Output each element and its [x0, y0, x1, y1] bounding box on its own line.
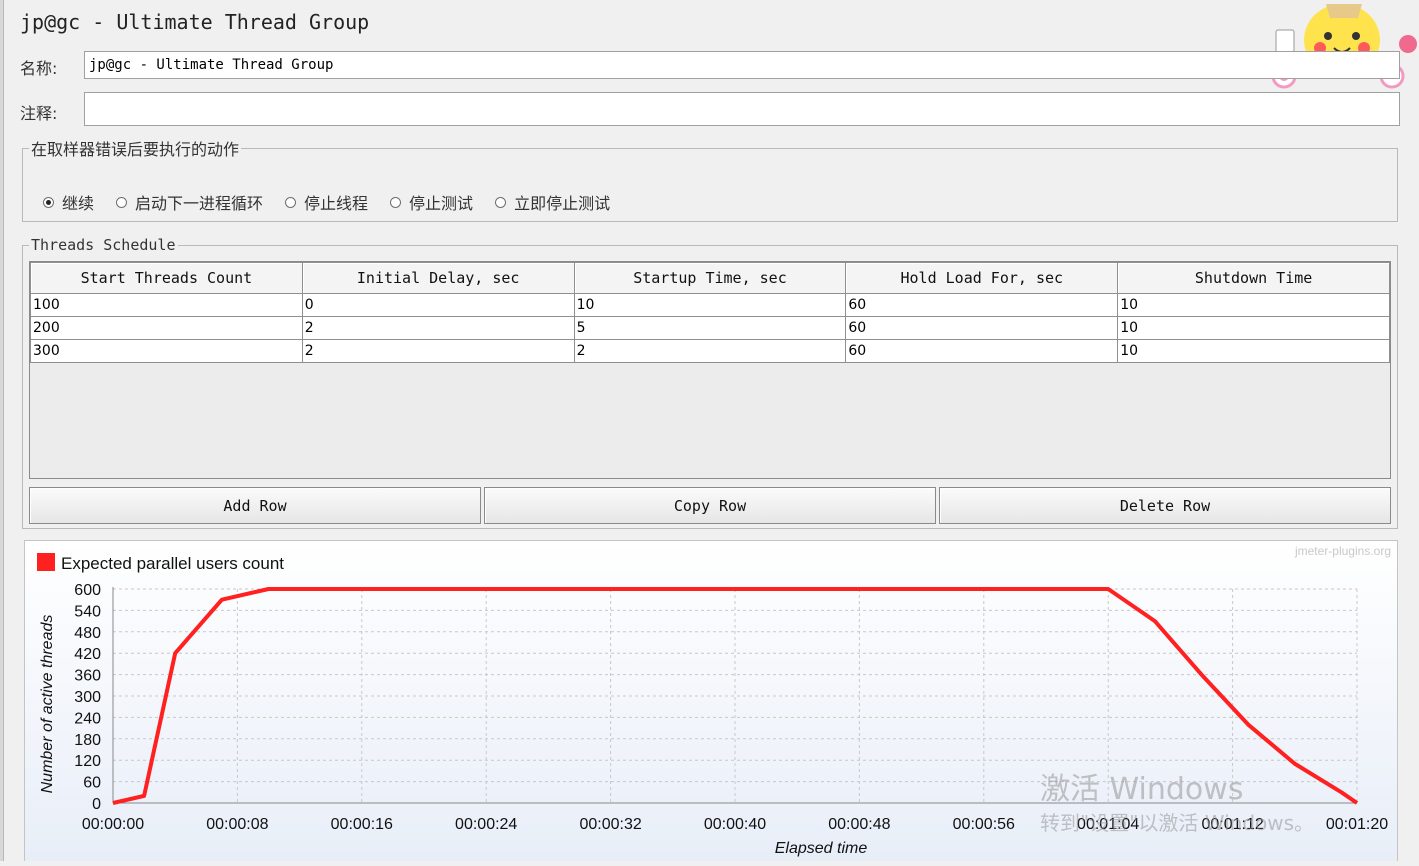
table-cell[interactable]: 10 [573, 293, 847, 317]
windows-activation-watermark: 激活 Windows [1040, 772, 1244, 807]
x-tick-label: 00:00:40 [704, 816, 766, 833]
radio-stop-test-now-label: 立即停止测试 [514, 194, 611, 213]
y-tick-label: 60 [83, 775, 101, 792]
name-label: 名称: [20, 59, 58, 78]
column-header-start-threads[interactable]: Start Threads Count [30, 262, 303, 294]
radio-unchecked-icon [390, 196, 402, 208]
radio-stop-thread[interactable]: 停止线程 [285, 190, 368, 214]
table-cell[interactable]: 2 [573, 339, 847, 363]
windows-activation-hint: 转到"设置"以激活 Windows。 [1040, 811, 1315, 835]
table-cell[interactable]: 2 [301, 339, 575, 363]
table-cell[interactable]: 60 [845, 316, 1119, 340]
y-tick-label: 540 [74, 603, 101, 620]
chart-credit: jmeter-plugins.org [1294, 544, 1391, 558]
sampler-error-legend: 在取样器错误后要执行的动作 [31, 140, 240, 159]
y-tick-label: 120 [74, 753, 101, 770]
table-row[interactable]: 200 2 5 60 10 [30, 316, 1390, 340]
x-tick-label: 00:00:48 [828, 816, 890, 833]
legend-label: Expected parallel users count [61, 554, 284, 573]
y-tick-label: 0 [92, 796, 101, 813]
comment-field[interactable] [84, 92, 1400, 126]
legend-swatch [37, 553, 55, 571]
table-cell[interactable]: 10 [1117, 316, 1390, 340]
sampler-error-options: 继续 启动下一进程循环 停止线程 停止测试 立即停止测试 [43, 190, 632, 214]
table-cell[interactable]: 0 [301, 293, 575, 317]
y-tick-label: 240 [74, 710, 101, 727]
column-header-initial-delay[interactable]: Initial Delay, sec [301, 262, 575, 294]
radio-checked-icon [43, 196, 54, 208]
x-tick-label: 00:00:16 [331, 816, 393, 833]
table-cell[interactable]: 60 [845, 339, 1119, 363]
radio-stop-test-now[interactable]: 立即停止测试 [495, 190, 610, 214]
column-header-startup-time[interactable]: Startup Time, sec [573, 262, 847, 294]
x-tick-label: 00:00:08 [206, 816, 268, 833]
column-header-hold-load[interactable]: Hold Load For, sec [845, 262, 1119, 294]
delete-row-button[interactable]: Delete Row [939, 487, 1391, 524]
table-cell[interactable]: 60 [845, 293, 1119, 317]
table-row[interactable]: 300 2 2 60 10 [30, 339, 1390, 363]
x-tick-label: 00:00:00 [82, 816, 144, 833]
radio-continue[interactable]: 继续 [43, 190, 94, 214]
x-tick-label: 00:00:56 [953, 816, 1015, 833]
page-title: jp@gc - Ultimate Thread Group [20, 10, 370, 34]
name-field[interactable] [84, 51, 1400, 79]
radio-stop-thread-label: 停止线程 [304, 194, 369, 213]
radio-stop-test[interactable]: 停止测试 [390, 190, 473, 214]
x-axis-title: Elapsed time [775, 840, 868, 857]
table-cell[interactable]: 10 [1117, 293, 1390, 317]
table-cell[interactable]: 100 [30, 293, 303, 317]
table-cell[interactable]: 5 [573, 316, 847, 340]
schedule-table-area: Start Threads Count Initial Delay, sec S… [29, 261, 1391, 479]
schedule-button-row: Add Row Copy Row Delete Row [29, 487, 1391, 524]
window-left-edge [0, 0, 4, 861]
sampler-error-group: 在取样器错误后要执行的动作 继续 启动下一进程循环 停止线程 停止测试 立即停止… [22, 136, 1398, 222]
schedule-header-row: Start Threads Count Initial Delay, sec S… [30, 262, 1390, 294]
x-tick-label: 00:00:32 [579, 816, 641, 833]
column-header-shutdown-time[interactable]: Shutdown Time [1117, 262, 1390, 294]
add-row-button[interactable]: Add Row [29, 487, 481, 524]
y-tick-label: 360 [74, 668, 101, 685]
radio-continue-label: 继续 [62, 194, 95, 213]
table-cell[interactable]: 2 [301, 316, 575, 340]
threads-schedule-legend: Threads Schedule [31, 236, 176, 254]
table-cell[interactable]: 200 [30, 316, 303, 340]
schedule-table: Start Threads Count Initial Delay, sec S… [30, 262, 1390, 363]
y-tick-label: 480 [74, 625, 101, 642]
y-tick-label: 600 [74, 582, 101, 599]
copy-row-button[interactable]: Copy Row [484, 487, 936, 524]
y-axis-title: Number of active threads [39, 615, 56, 794]
radio-unchecked-icon [116, 196, 128, 208]
x-tick-label: 00:00:24 [455, 816, 517, 833]
y-tick-label: 300 [74, 689, 101, 706]
y-tick-label: 180 [74, 732, 101, 749]
table-cell[interactable]: 10 [1117, 339, 1390, 363]
x-tick-label: 00:01:20 [1326, 816, 1388, 833]
mascot-sticker-image [1271, 4, 1417, 89]
y-tick-label: 420 [74, 646, 101, 663]
radio-stop-test-label: 停止测试 [409, 194, 474, 213]
table-row[interactable]: 100 0 10 60 10 [30, 293, 1390, 317]
comment-label: 注释: [20, 104, 58, 123]
radio-start-next-loop[interactable]: 启动下一进程循环 [116, 190, 263, 214]
radio-unchecked-icon [285, 196, 297, 208]
radio-unchecked-icon [495, 196, 507, 208]
radio-start-next-loop-label: 启动下一进程循环 [135, 194, 264, 213]
table-cell[interactable]: 300 [30, 339, 303, 363]
